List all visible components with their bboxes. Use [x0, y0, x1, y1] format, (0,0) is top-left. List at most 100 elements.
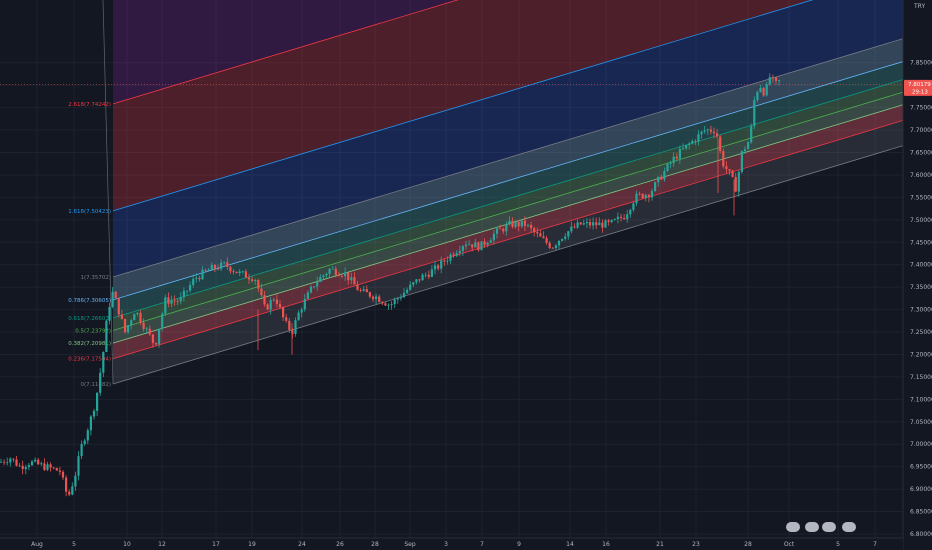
candle-body	[263, 295, 266, 305]
candle-body	[731, 170, 734, 177]
candle-body	[123, 318, 127, 333]
candle-body	[120, 314, 123, 319]
price-chart[interactable]: 2.618(7.74242) 1.618(7.50423) 1(7.35702) 0.…	[0, 0, 932, 550]
candle-body	[282, 307, 285, 318]
candle-body	[573, 226, 576, 228]
candle-body	[771, 77, 774, 78]
candle-body	[337, 274, 340, 276]
candle-body	[247, 277, 251, 280]
candle-body	[378, 296, 381, 302]
candle-body	[471, 244, 474, 248]
countdown-value: 29:13	[912, 89, 928, 95]
candle-body	[303, 298, 306, 310]
candle-body	[452, 254, 455, 256]
candle-body	[117, 298, 120, 315]
candle-body	[430, 269, 433, 277]
candle-body	[83, 440, 86, 445]
candle-body	[387, 304, 390, 306]
candle-body	[331, 268, 334, 270]
candle-body	[344, 272, 347, 277]
watermark-logo-icon-4	[842, 522, 856, 532]
x-tick-label: Sep	[404, 541, 416, 548]
candle-body	[517, 221, 520, 227]
y-tick-label: 7.45000	[910, 239, 932, 246]
candle-body	[80, 444, 83, 457]
candle-body	[511, 220, 514, 227]
candle-body	[464, 244, 468, 247]
candle-body	[675, 156, 678, 159]
candle-body	[226, 262, 229, 267]
candle-body	[145, 328, 148, 330]
candle-body	[65, 477, 68, 492]
candle-body	[176, 300, 179, 302]
candle-body	[576, 222, 579, 228]
candle-body	[142, 322, 145, 329]
candle-body	[508, 220, 511, 225]
fib-level-label: 0.236(7.17504)	[68, 357, 111, 363]
candle-body	[27, 465, 30, 468]
y-tick-label: 6.95000	[910, 464, 932, 471]
x-tick-label: 5	[72, 541, 76, 548]
candle-body	[585, 221, 588, 224]
fib-level-label: 0(7.11882)	[80, 382, 111, 388]
candle-body	[443, 260, 446, 262]
watermark-logo-icon-3	[822, 522, 836, 532]
fib-level-label: 0.786(7.30605)	[68, 298, 111, 304]
candle-body	[15, 459, 18, 466]
candle-body	[728, 169, 731, 171]
x-tick-label: 28	[371, 541, 379, 548]
candle-body	[46, 464, 49, 470]
x-tick-label: 16	[602, 541, 610, 548]
candle-body	[663, 170, 666, 180]
candle-body	[306, 292, 309, 299]
candle-body	[381, 301, 384, 304]
candle-body	[548, 242, 551, 248]
candle-body	[288, 320, 291, 330]
x-tick-label: 26	[336, 541, 344, 548]
candle-body	[601, 222, 604, 228]
candle-body	[536, 232, 539, 234]
candle-body	[18, 465, 21, 467]
candle-body	[774, 77, 778, 81]
candle-body	[34, 459, 37, 462]
candle-body	[725, 166, 728, 170]
candle-body	[347, 272, 350, 281]
candle-body	[111, 291, 114, 307]
candle-body	[678, 149, 681, 159]
candle-body	[564, 236, 567, 239]
candle-body	[480, 241, 483, 251]
candle-body	[272, 299, 275, 301]
watermark-logo-icon-2	[805, 522, 819, 532]
candle-body	[703, 130, 706, 132]
candle-body	[539, 233, 542, 237]
candle-body	[737, 171, 740, 192]
candle-body	[542, 236, 545, 239]
candle-body	[520, 220, 523, 227]
candle-body	[685, 144, 688, 149]
candle-body	[765, 84, 768, 96]
y-tick-label: 7.50000	[910, 217, 932, 224]
candle-body	[499, 228, 502, 230]
candle-body	[21, 465, 24, 470]
candle-body	[759, 88, 762, 92]
candle-body	[161, 313, 164, 329]
y-tick-label: 7.40000	[910, 262, 932, 269]
candle-body	[251, 279, 254, 282]
candle-body	[340, 275, 344, 277]
candle-body	[204, 269, 207, 271]
time-axis[interactable]	[0, 538, 903, 550]
candle-body	[235, 271, 238, 274]
candle-body	[325, 273, 328, 276]
candle-body	[592, 222, 595, 226]
candle-body	[185, 290, 189, 292]
candle-body	[269, 300, 272, 310]
candle-body	[446, 260, 449, 262]
candle-body	[362, 289, 365, 291]
candle-body	[275, 299, 278, 304]
candle-body	[433, 265, 437, 270]
x-tick-label: 7	[480, 541, 484, 548]
candle-body	[412, 282, 415, 285]
candle-body	[582, 223, 585, 225]
candle-body	[201, 269, 204, 280]
y-tick-label: 7.25000	[910, 329, 932, 336]
